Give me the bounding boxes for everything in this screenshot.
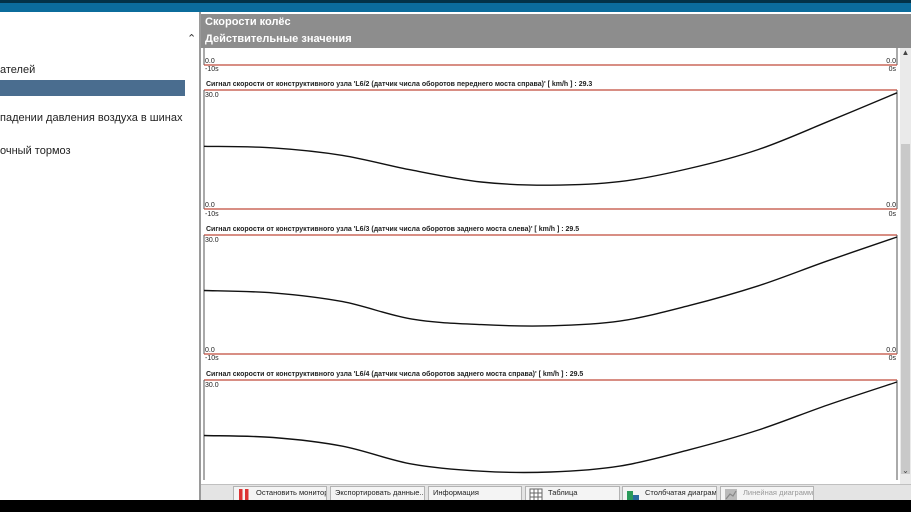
export-data-label: Экспортировать данные...	[335, 488, 425, 497]
page-title: Скорости колёс	[201, 14, 911, 31]
table-label: Таблица	[548, 488, 578, 497]
sidebar-item-selected[interactable]	[0, 80, 185, 96]
scroll-down-icon[interactable]: ⌄	[900, 466, 911, 476]
sidebar-item-1[interactable]: падении давления воздуха в шинах	[0, 112, 182, 124]
page-subtitle: Действительные значения	[201, 31, 911, 48]
main-panel: Скорости колёс Действительные значения	[201, 12, 911, 500]
bar-chart-label: Столбчатая диаграмма	[645, 488, 717, 497]
bottom-black-bar	[0, 500, 911, 512]
info-label: Информация	[433, 488, 479, 497]
sidebar-item-0[interactable]: ателей	[0, 64, 35, 76]
window-top-edge	[0, 0, 911, 3]
chevron-up-icon[interactable]: ⌃	[187, 32, 196, 45]
line-chart-label: Линейная диаграмма	[743, 488, 814, 497]
sidebar-item-2[interactable]: очный тормоз	[0, 145, 71, 157]
scrollbar-thumb[interactable]	[901, 144, 910, 474]
window-top-bar	[0, 0, 911, 12]
scroll-up-icon[interactable]: ▲	[900, 48, 911, 58]
vertical-scrollbar[interactable]: ▲ ⌄	[900, 48, 911, 484]
stop-monitoring-label: Остановить мониторинг	[256, 488, 326, 497]
bottom-toolbar: Остановить мониторинг Экспортировать дан…	[201, 484, 911, 502]
sidebar-panel: ⌃ ателей падении давления воздуха в шина…	[0, 12, 201, 500]
